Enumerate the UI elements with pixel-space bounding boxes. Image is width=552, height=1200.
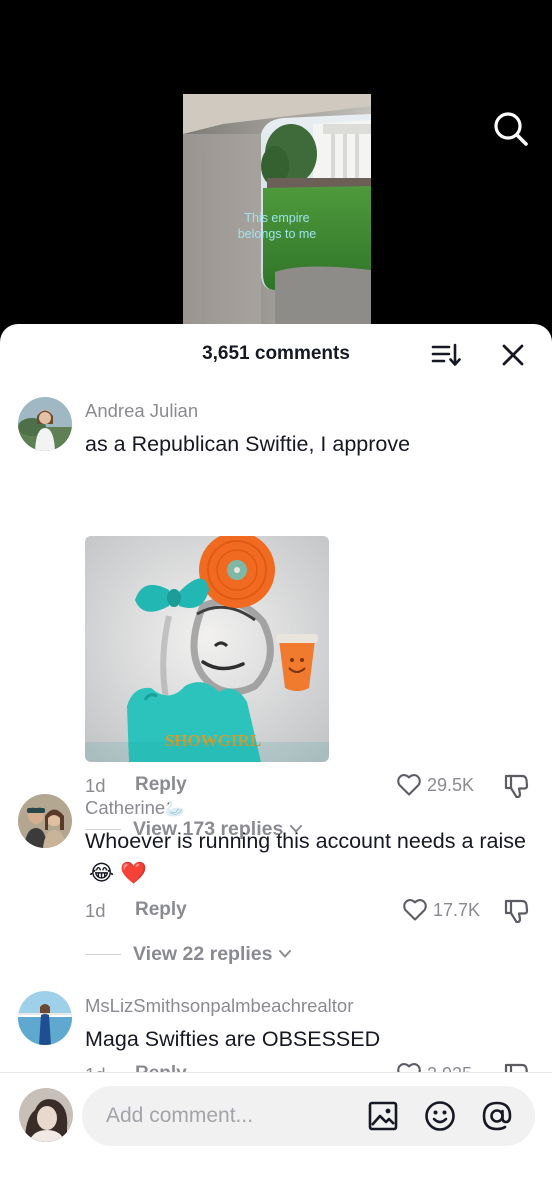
my-avatar[interactable]: [19, 1088, 73, 1142]
user-avatar-image: [18, 794, 72, 848]
image-icon: [368, 1101, 398, 1131]
heart-icon: [403, 899, 427, 921]
avatar[interactable]: [18, 991, 72, 1045]
comment-text-row: Whoever is running this account needs a …: [85, 825, 530, 889]
like-count: 17.7K: [433, 899, 481, 920]
avatar[interactable]: [18, 794, 72, 848]
thumbs-down-icon: [504, 899, 529, 924]
close-icon: [502, 344, 524, 366]
replies-divider: [85, 953, 121, 955]
comment-box: [82, 1086, 535, 1146]
close-button[interactable]: [499, 341, 527, 369]
laughing-heart-emoji: 😂 ❤️: [89, 861, 147, 885]
mention-button[interactable]: [481, 1100, 513, 1132]
comment-text: Maga Swifties are OBSESSED: [85, 1027, 381, 1051]
search-button[interactable]: [490, 108, 532, 150]
comments-header: 3,651 comments: [0, 324, 552, 382]
reply-button[interactable]: Reply: [135, 899, 187, 921]
comment-text: as a Republican Swiftie, I approve: [85, 432, 411, 456]
emoji-icon: [425, 1101, 455, 1131]
view-replies-button[interactable]: View 22 replies: [85, 941, 293, 967]
comment-count: 3,651 comments: [202, 343, 350, 364]
comments-sheet: 3,651 comments Andrea Julian as a Republ…: [0, 324, 552, 1200]
comment-item: MsLizSmithsonpalmbeachrealtor Maga Swift…: [0, 990, 552, 1088]
user-avatar-image: [18, 991, 72, 1045]
my-avatar-image: [19, 1088, 73, 1142]
sort-icon: [431, 343, 461, 366]
avatar[interactable]: [18, 397, 72, 451]
comment-item: Andrea Julian as a Republican Swiftie, I…: [0, 394, 552, 840]
comment-username-row[interactable]: Catherine🦢: [85, 797, 185, 819]
video-frame[interactable]: This empire belongs to me: [183, 94, 371, 330]
sort-button[interactable]: [430, 340, 462, 370]
video-caption-line-1: This empire: [244, 211, 310, 225]
comment-time: 1d: [85, 900, 106, 921]
like-button[interactable]: 17.7K: [402, 896, 480, 924]
search-icon: [494, 112, 528, 146]
meme-image: SHOWGIRL: [85, 536, 329, 762]
emoji-button[interactable]: [424, 1100, 456, 1132]
comment-username[interactable]: Andrea Julian: [85, 400, 198, 422]
user-avatar-image: [18, 397, 72, 451]
comment-username: Catherine: [85, 797, 166, 818]
chevron-down-icon: [279, 950, 292, 958]
swan-emoji: 🦢: [165, 801, 186, 818]
video-player[interactable]: This empire belongs to me: [0, 0, 552, 340]
like-count: 29.5K: [427, 774, 475, 795]
dislike-button[interactable]: [502, 897, 530, 925]
video-caption-line-2: belongs to me: [237, 227, 317, 241]
comment-input[interactable]: [106, 1086, 346, 1146]
at-mention-icon: [482, 1101, 512, 1131]
comment-input-bar: [0, 1072, 552, 1200]
comment-username[interactable]: MsLizSmithsonpalmbeachrealtor: [85, 995, 353, 1017]
comment-text: Whoever is running this account needs a …: [85, 829, 526, 853]
reply-button[interactable]: Reply: [135, 774, 187, 796]
image-button[interactable]: [367, 1100, 399, 1132]
view-replies-label: View 22 replies: [133, 942, 273, 965]
comment-item: Catherine🦢 Whoever is running this accou…: [0, 794, 552, 974]
comment-image[interactable]: SHOWGIRL: [85, 536, 329, 762]
